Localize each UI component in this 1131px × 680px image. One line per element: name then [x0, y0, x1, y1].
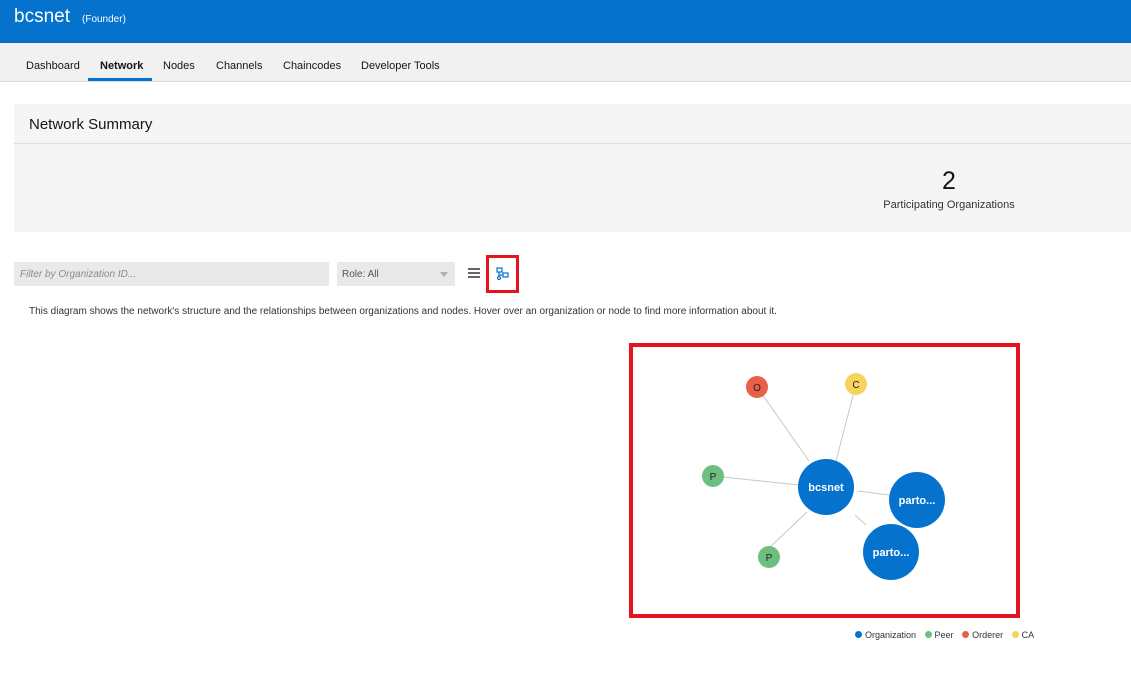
organization-node-label: parto... [899, 495, 936, 507]
diagram-view-button[interactable] [486, 255, 519, 293]
legend-item-ca: CA [1011, 630, 1034, 640]
peer-dot-icon [924, 631, 932, 638]
role-select-value: Role: All [342, 269, 379, 280]
participating-organizations-count: 2 [942, 167, 956, 195]
tab-chaincodes[interactable]: Chaincodes [283, 60, 341, 72]
participating-organizations-label: Participating Organizations [883, 199, 1015, 211]
list-view-icon[interactable] [468, 268, 480, 279]
diagram-legend: Organization Peer Orderer CA [855, 630, 1040, 640]
peer-node[interactable]: P [758, 546, 780, 568]
app-header: bcsnet (Founder) [0, 0, 1131, 43]
edge-bcsnet-peer2 [765, 511, 808, 552]
chevron-down-icon [440, 272, 448, 277]
orderer-node-label: O [753, 383, 761, 394]
edge-bcsnet-peer1 [712, 475, 800, 486]
organization-node[interactable]: parto... [889, 472, 945, 528]
tab-channels[interactable]: Channels [216, 60, 262, 72]
edge-bcsnet-org2 [857, 490, 890, 496]
organization-dot-icon [855, 631, 862, 638]
peer-node-label: P [710, 472, 717, 483]
organization-node-label: bcsnet [808, 482, 844, 494]
network-summary-header: Network Summary [14, 104, 1131, 144]
network-summary-title: Network Summary [29, 116, 153, 133]
peer-node[interactable]: P [702, 465, 724, 487]
ca-node-label: C [852, 380, 859, 391]
organization-node-bcsnet[interactable]: bcsnet [798, 459, 854, 515]
active-tab-indicator [88, 78, 152, 81]
legend-item-orderer: Orderer [962, 630, 1003, 640]
app-title: bcsnet [14, 6, 70, 27]
peer-node-label: P [766, 553, 773, 564]
diagram-description: This diagram shows the network's structu… [29, 306, 777, 317]
legend-item-organization: Organization [855, 630, 916, 640]
legend-item-peer: Peer [924, 630, 954, 640]
tab-developer-tools[interactable]: Developer Tools [361, 60, 440, 72]
network-summary-panel: Network Summary 2 Participating Organiza… [14, 104, 1131, 232]
app-role-label: (Founder) [82, 14, 126, 25]
tab-network[interactable]: Network [100, 60, 143, 72]
orderer-dot-icon [962, 631, 970, 638]
edge-bcsnet-ca [835, 383, 857, 462]
organization-node-label: parto... [873, 547, 910, 559]
network-diagram: O C P P bcsnet parto... parto... [629, 343, 1020, 618]
network-diagram-icon [496, 267, 509, 281]
edge-bcsnet-org3 [854, 514, 867, 526]
organization-filter-input[interactable] [14, 262, 329, 286]
organization-node[interactable]: parto... [863, 524, 919, 580]
tab-nodes[interactable]: Nodes [163, 60, 195, 72]
network-diagram-canvas: O C P P bcsnet parto... parto... [702, 373, 945, 580]
role-select[interactable]: Role: All [337, 262, 455, 286]
tab-bar: Dashboard Network Nodes Channels Chainco… [0, 43, 1131, 82]
ca-node[interactable]: C [845, 373, 867, 395]
tab-dashboard[interactable]: Dashboard [26, 60, 80, 72]
ca-dot-icon [1011, 631, 1019, 638]
edge-bcsnet-orderer [756, 386, 810, 462]
orderer-node[interactable]: O [746, 376, 768, 398]
